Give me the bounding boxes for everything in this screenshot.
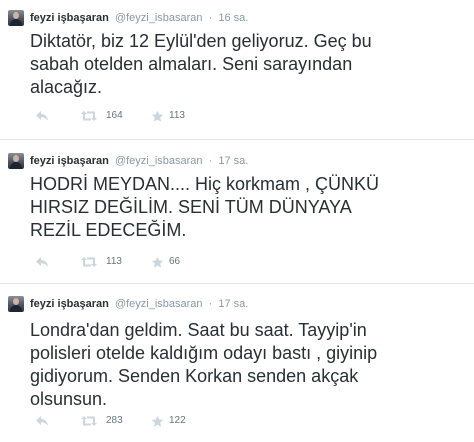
reply-icon <box>36 416 48 426</box>
retweet-count: 283 <box>106 415 123 426</box>
author-name[interactable]: feyzi işbaşaran <box>30 155 109 167</box>
tweet-divider <box>0 139 474 140</box>
star-icon <box>151 415 164 427</box>
tweet-divider <box>0 283 474 284</box>
avatar-shoulders <box>10 19 22 26</box>
reply-button[interactable] <box>35 255 49 269</box>
retweet-button[interactable]: 113 <box>80 255 122 269</box>
avatar[interactable] <box>8 153 24 169</box>
favorite-button[interactable]: 122 <box>151 414 186 428</box>
favorite-button[interactable]: 66 <box>151 255 180 269</box>
tweet-timestamp[interactable]: 16 sa. <box>218 12 248 24</box>
favorite-count: 122 <box>169 415 186 426</box>
tweet[interactable]: feyzi işbaşaran @feyzi_isbasaran · 16 sa… <box>0 0 474 137</box>
tweet-text: HODRİ MEYDAN.... Hiç korkmam , ÇÜNKÜ HIR… <box>30 174 380 240</box>
tweet-timeline: feyzi işbaşaran @feyzi_isbasaran · 16 sa… <box>0 0 474 442</box>
tweet-header: feyzi işbaşaran @feyzi_isbasaran · 17 sa… <box>30 297 248 311</box>
star-icon <box>151 110 164 122</box>
reply-button[interactable] <box>35 109 49 123</box>
tweet-actions: 164 113 <box>30 109 330 123</box>
tweet-timestamp[interactable]: 17 sa. <box>218 298 248 310</box>
retweet-icon <box>81 257 97 267</box>
avatar-shoulders <box>10 162 22 169</box>
tweet-header: feyzi işbaşaran @feyzi_isbasaran · 16 sa… <box>30 11 248 25</box>
avatar-head <box>13 12 19 19</box>
reply-icon <box>36 257 48 267</box>
header-separator: · <box>208 298 213 310</box>
avatar-head <box>13 155 19 162</box>
retweet-button[interactable]: 283 <box>80 414 123 428</box>
header-separator: · <box>208 155 213 167</box>
favorite-count: 66 <box>169 256 181 267</box>
tweet[interactable]: feyzi işbaşaran @feyzi_isbasaran · 17 sa… <box>0 143 474 283</box>
retweet-icon <box>81 416 97 426</box>
retweet-count: 113 <box>106 256 122 267</box>
author-handle[interactable]: @feyzi_isbasaran <box>115 12 203 24</box>
tweet-actions: 283 122 <box>30 414 330 428</box>
retweet-count: 164 <box>106 110 123 121</box>
tweet-text: Londra'dan geldim. Saat bu saat. Tayyip'… <box>30 320 378 409</box>
author-handle[interactable]: @feyzi_isbasaran <box>115 155 203 167</box>
retweet-icon <box>81 111 97 121</box>
reply-icon <box>36 111 48 121</box>
reply-button[interactable] <box>35 414 49 428</box>
avatar-shoulders <box>10 305 22 312</box>
favorite-count: 113 <box>169 110 185 121</box>
header-separator: · <box>208 12 213 24</box>
tweet-text: Diktatör, biz 12 Eylül'den geliyoruz. Ge… <box>30 31 372 97</box>
favorite-button[interactable]: 113 <box>151 109 185 123</box>
tweet-header: feyzi işbaşaran @feyzi_isbasaran · 17 sa… <box>30 154 248 168</box>
avatar-head <box>13 298 19 305</box>
tweet-actions: 113 66 <box>30 255 330 269</box>
tweet[interactable]: feyzi işbaşaran @feyzi_isbasaran · 17 sa… <box>0 286 474 442</box>
author-name[interactable]: feyzi işbaşaran <box>30 298 109 310</box>
retweet-button[interactable]: 164 <box>80 109 123 123</box>
avatar[interactable] <box>8 296 24 312</box>
star-icon <box>151 256 164 268</box>
author-name[interactable]: feyzi işbaşaran <box>30 12 109 24</box>
author-handle[interactable]: @feyzi_isbasaran <box>115 298 203 310</box>
avatar[interactable] <box>8 10 24 26</box>
tweet-timestamp[interactable]: 17 sa. <box>218 155 248 167</box>
